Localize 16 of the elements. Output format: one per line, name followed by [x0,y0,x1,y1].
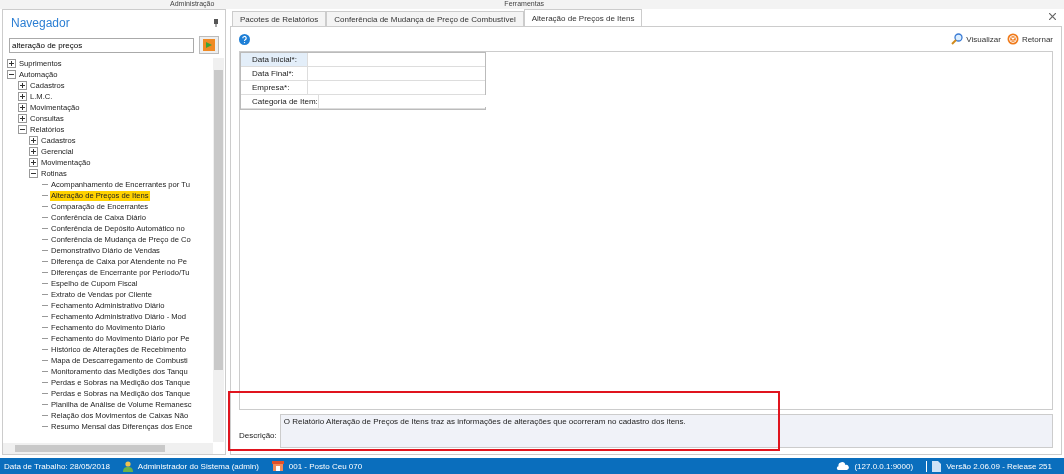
user-name: Administrador do Sistema (admin) [137,461,259,471]
field-label: Data Inicial*: [241,53,308,66]
description-text: O Relatório Alteração de Preços de Itens traz as informações de alterações que ocorreram no cadastro dos itens. [279,414,1053,448]
tab[interactable]: Conferência de Mudança de Preço de Combustível [326,11,524,26]
toolbar-button[interactable]: Visualizar [951,33,1001,45]
search-field[interactable]: alteração de preços [9,37,195,53]
version-text: Versão 2.06.09 - Release 251 [946,461,1052,471]
navigator-title: Navegador [11,16,71,30]
work-date: Data de Trabalho: 28/05/2018 [4,461,110,471]
tab[interactable]: Alteração de Preços de Itens [523,9,643,26]
field-label: Categoria de Item: [241,95,319,108]
server-address: (127.0.0.1:9000) [854,461,914,471]
toolbar-button[interactable]: Retornar [1006,33,1053,45]
description-label: Descrição: [239,429,277,440]
store-name: 001 - Posto Ceu 070 [288,461,363,471]
tab[interactable]: Pacotes de Relatórios [232,11,327,26]
